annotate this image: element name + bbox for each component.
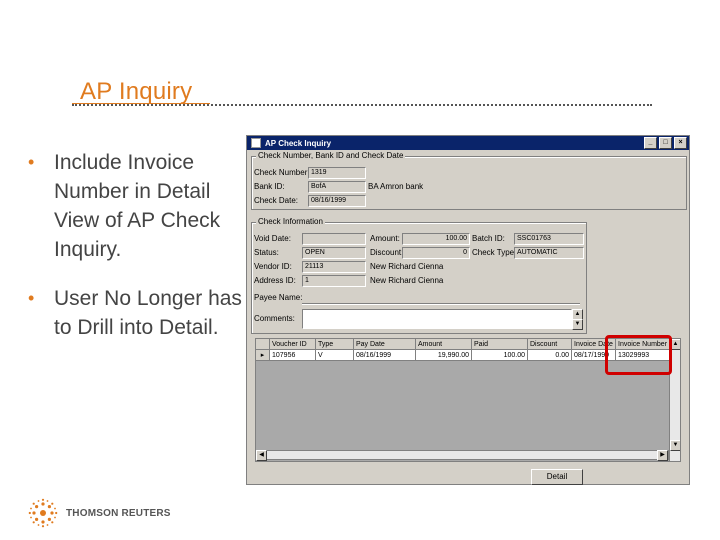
group-label: Check Number, Bank ID and Check Date <box>256 151 406 160</box>
grid-header-cell[interactable]: Paid <box>472 339 528 350</box>
bullet-text: User No Longer has to Drill into Detail. <box>54 287 242 339</box>
slide-title: AP Inquiry <box>80 78 193 105</box>
check-number-group: Check Number, Bank ID and Check Date Che… <box>251 151 687 210</box>
group-label: Check Information <box>256 217 325 226</box>
discount-label: Discount: <box>370 248 404 257</box>
detail-button[interactable]: Detail <box>531 469 583 485</box>
vendor-id-field[interactable]: 21113 <box>302 261 366 273</box>
grid-cell[interactable]: 100.00 <box>472 350 528 361</box>
check-date-field[interactable]: 08/16/1999 <box>308 195 366 207</box>
grid-scroll-left-button[interactable]: ◀ <box>256 450 267 461</box>
grid-cell[interactable]: 19,990.00 <box>416 350 472 361</box>
grid-header-cell[interactable]: Type <box>316 339 354 350</box>
window-system-icon[interactable] <box>251 138 261 148</box>
bank-id-label: Bank ID: <box>254 182 285 191</box>
check-information-group: Check Information Void Date: Amount: 100… <box>251 217 587 334</box>
thomson-reuters-logo-icon <box>28 498 58 528</box>
void-date-field[interactable] <box>302 233 366 245</box>
address-id-field[interactable]: 1 <box>302 275 366 287</box>
maximize-button[interactable]: □ <box>659 137 672 149</box>
check-number-field[interactable]: 1319 <box>308 167 366 179</box>
grid-cell[interactable]: 107956 <box>270 350 316 361</box>
batch-id-field[interactable]: SSC01763 <box>514 233 584 245</box>
company-logo: THOMSON REUTERS <box>28 498 171 528</box>
void-date-label: Void Date: <box>254 234 291 243</box>
bullet-list: • Include Invoice Number in Detail View o… <box>26 148 256 362</box>
grid-cell[interactable]: 0.00 <box>528 350 572 361</box>
amount-field[interactable]: 100.00 <box>402 233 470 245</box>
grid-horizontal-scrollbar[interactable]: ◀ ▶ <box>255 450 669 461</box>
address-id-label: Address ID: <box>254 276 296 285</box>
window-title: AP Check Inquiry <box>265 138 332 148</box>
discount-field[interactable]: 0 <box>402 247 470 259</box>
window-titlebar[interactable]: AP Check Inquiry _ □ × <box>247 136 689 150</box>
amount-label: Amount: <box>370 234 400 243</box>
grid-cell[interactable]: V <box>316 350 354 361</box>
vendor-id-label: Vendor ID: <box>254 262 292 271</box>
bullet-dot-icon: • <box>28 152 35 172</box>
window-controls: _ □ × <box>642 137 687 149</box>
vendor-name-text: New Richard Cienna <box>370 262 444 271</box>
minimize-button[interactable]: _ <box>644 137 657 149</box>
status-label: Status: <box>254 248 279 257</box>
check-type-field[interactable]: AUTOMATIC <box>514 247 584 259</box>
payee-name-label: Payee Name: <box>254 293 303 302</box>
comments-field[interactable] <box>302 309 572 329</box>
bullet-item: • User No Longer has to Drill into Detail… <box>26 284 256 342</box>
grid-header-cell <box>256 339 270 350</box>
bank-id-field[interactable]: BofA <box>308 181 366 193</box>
check-number-label: Check Number: <box>254 168 310 177</box>
grid-header-cell[interactable]: Discount <box>528 339 572 350</box>
invoice-number-highlight <box>605 335 672 375</box>
row-selector[interactable]: ▸ <box>256 350 270 361</box>
grid-scroll-right-button[interactable]: ▶ <box>657 450 668 461</box>
comments-scroll-down-button[interactable]: ▼ <box>572 319 583 330</box>
grid-header-cell[interactable]: Amount <box>416 339 472 350</box>
check-type-label: Check Type: <box>472 248 517 257</box>
logo-wordmark: THOMSON REUTERS <box>66 507 171 519</box>
grid-scroll-down-button[interactable]: ▼ <box>670 440 680 451</box>
grid-cell[interactable]: 08/16/1999 <box>354 350 416 361</box>
grid-header-cell[interactable]: Voucher ID <box>270 339 316 350</box>
comments-label: Comments: <box>254 314 295 323</box>
address-name-text: New Richard Cienna <box>370 276 444 285</box>
bullet-dot-icon: • <box>28 288 35 308</box>
bullet-text: Include Invoice Number in Detail View of… <box>54 151 221 261</box>
status-field[interactable]: OPEN <box>302 247 366 259</box>
payee-divider <box>302 303 580 305</box>
check-date-label: Check Date: <box>254 196 299 205</box>
bullet-item: • Include Invoice Number in Detail View o… <box>26 148 256 264</box>
close-button[interactable]: × <box>674 137 687 149</box>
grid-header-cell[interactable]: Pay Date <box>354 339 416 350</box>
ap-check-inquiry-window: AP Check Inquiry _ □ × Check Number, Ban… <box>246 135 690 485</box>
bank-name-text: BA Amron bank <box>368 182 424 191</box>
batch-id-label: Batch ID: <box>472 234 505 243</box>
title-dotted-rule <box>72 104 652 106</box>
